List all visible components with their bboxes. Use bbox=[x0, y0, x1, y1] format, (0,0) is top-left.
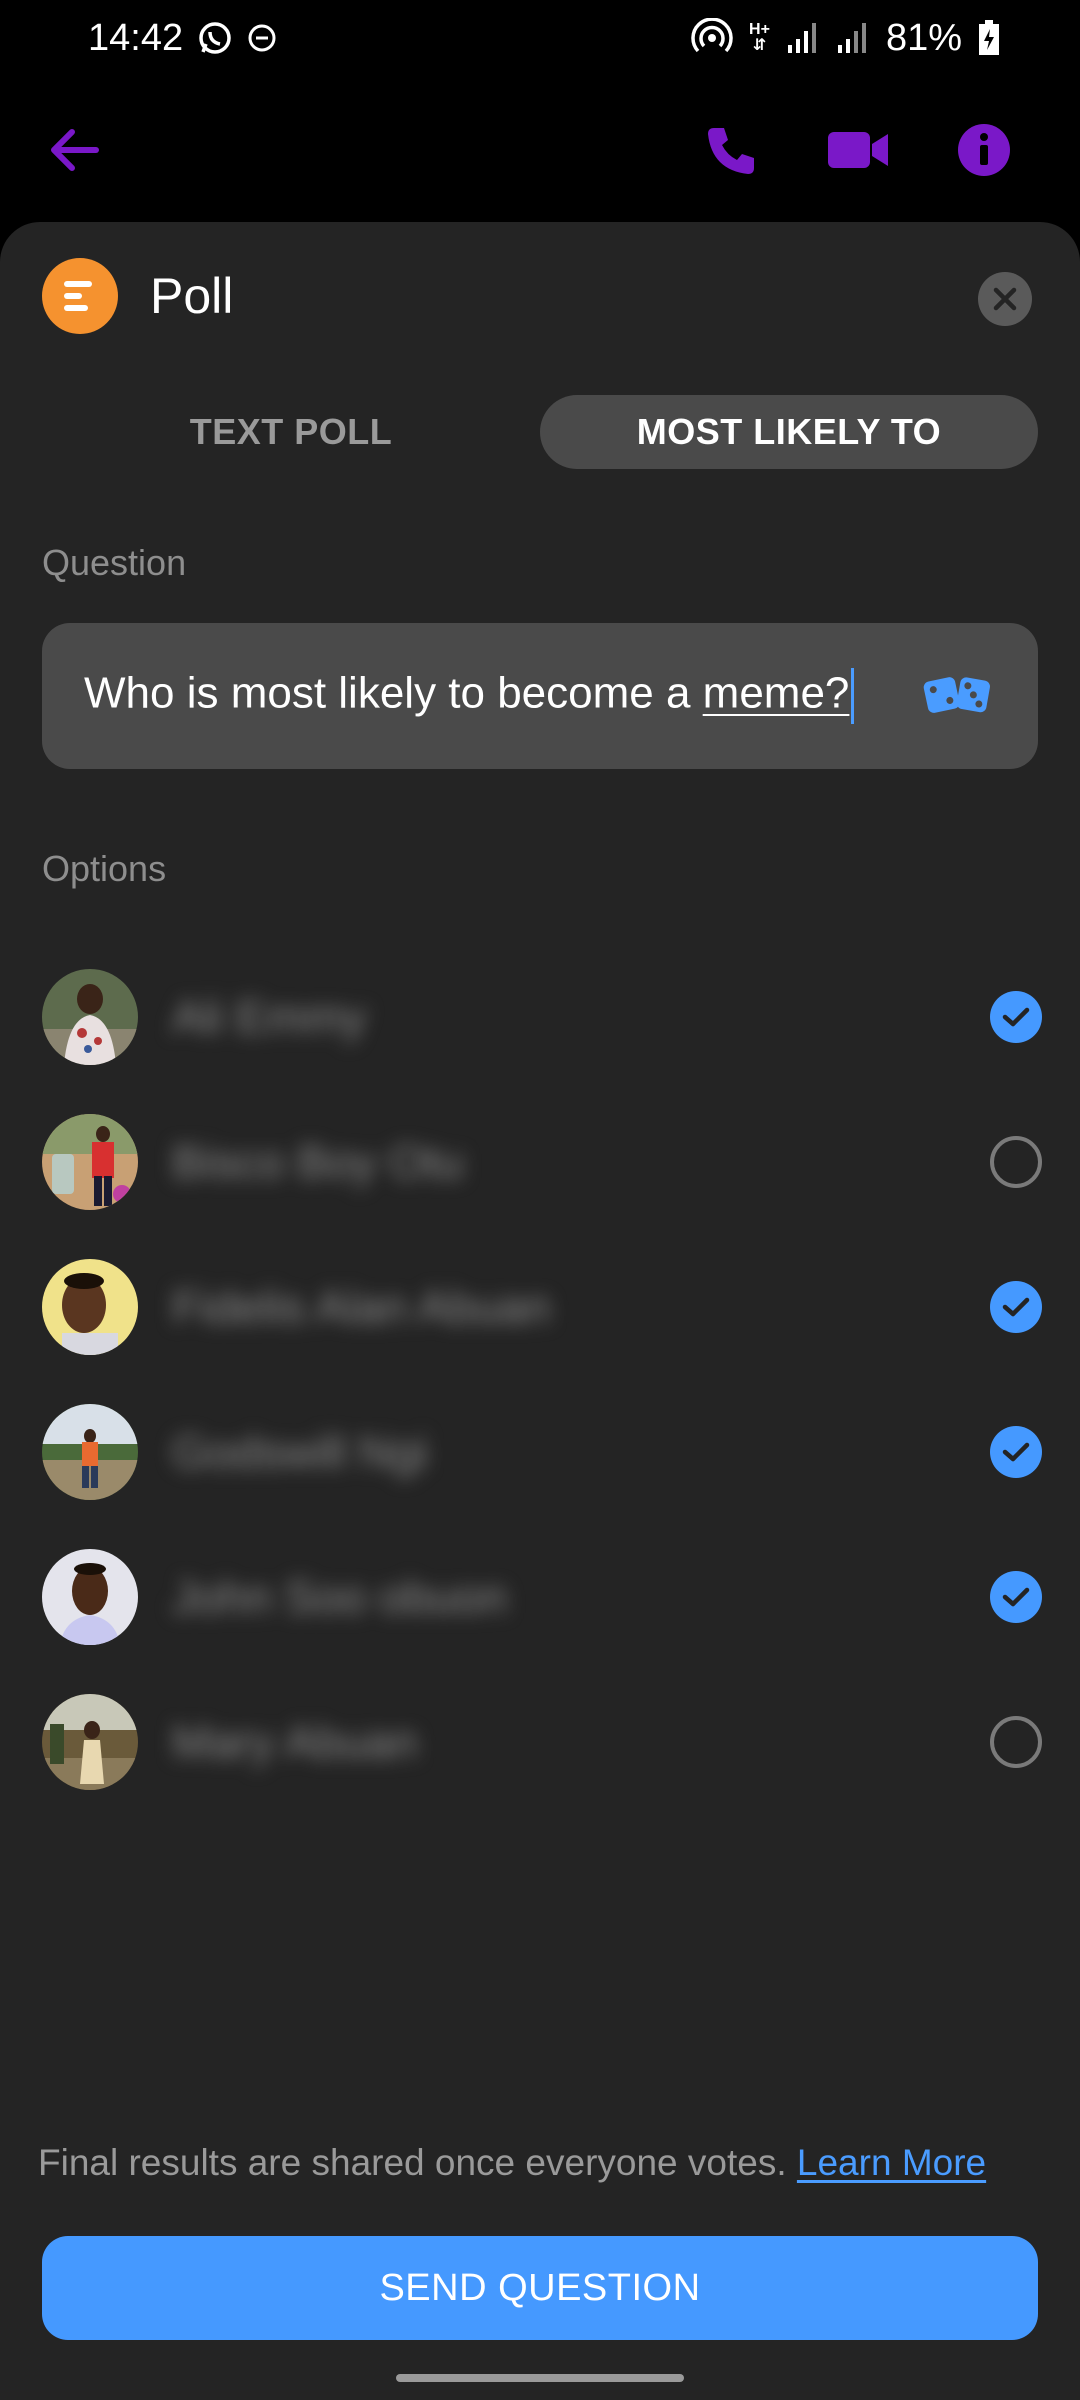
close-icon bbox=[993, 287, 1017, 311]
question-input[interactable]: Who is most likely to become a meme? bbox=[42, 623, 1038, 769]
option-name: Ali Emmy bbox=[172, 990, 367, 1043]
do-not-disturb-icon bbox=[247, 23, 277, 53]
home-indicator[interactable] bbox=[396, 2374, 684, 2382]
phone-icon bbox=[708, 128, 754, 174]
option-name: Fidelis Alan Abuan bbox=[172, 1280, 551, 1333]
option-name: Godswill Ngi bbox=[172, 1425, 428, 1478]
checkbox-checked[interactable] bbox=[990, 991, 1042, 1043]
poll-sheet: Poll TEXT POLL MOST LIKELY TO Question W… bbox=[0, 222, 1080, 2400]
text-cursor bbox=[851, 668, 855, 724]
battery-charging-icon bbox=[978, 20, 1000, 56]
dice-icon bbox=[923, 677, 990, 713]
poll-icon bbox=[42, 258, 118, 334]
top-navigation bbox=[0, 100, 1080, 200]
option-name: John Soo obuon bbox=[172, 1570, 508, 1623]
avatar bbox=[42, 968, 138, 1065]
whatsapp-icon bbox=[197, 20, 233, 56]
options-list: Ali Emmy Bisco Boy Otu Fidelis Alan Abua… bbox=[42, 944, 1042, 1814]
tab-most-likely-to[interactable]: MOST LIKELY TO bbox=[540, 395, 1038, 469]
checkbox-unchecked[interactable] bbox=[990, 1136, 1042, 1188]
randomize-question-button[interactable] bbox=[922, 669, 994, 723]
network-type-label: H+ bbox=[749, 21, 770, 38]
info-icon bbox=[958, 124, 1010, 176]
list-item[interactable]: Godswill Ngi bbox=[42, 1379, 1042, 1524]
checkmark-icon bbox=[1002, 1007, 1030, 1027]
avatar bbox=[42, 1403, 138, 1500]
avatar bbox=[42, 1548, 138, 1645]
tab-text-poll[interactable]: TEXT POLL bbox=[42, 395, 540, 469]
question-text-underlined: meme? bbox=[702, 668, 850, 718]
back-button[interactable] bbox=[42, 118, 106, 182]
avatar bbox=[42, 1258, 138, 1355]
checkbox-unchecked[interactable] bbox=[990, 1716, 1042, 1768]
network-type-icon: H+ ⇵ bbox=[749, 21, 770, 54]
list-item[interactable]: Mary Abuan bbox=[42, 1669, 1042, 1814]
list-item[interactable]: John Soo obuon bbox=[42, 1524, 1042, 1669]
checkbox-checked[interactable] bbox=[990, 1281, 1042, 1333]
options-label: Options bbox=[42, 848, 167, 889]
avatar bbox=[42, 1693, 138, 1790]
results-note-text: Final results are shared once everyone v… bbox=[38, 2142, 797, 2183]
poll-title: Poll bbox=[150, 268, 234, 324]
checkbox-checked[interactable] bbox=[990, 1571, 1042, 1623]
option-name: Bisco Boy Otu bbox=[172, 1135, 464, 1188]
checkmark-icon bbox=[1002, 1442, 1030, 1462]
voice-call-button[interactable] bbox=[700, 118, 764, 182]
poll-header: Poll bbox=[42, 258, 233, 334]
video-camera-icon bbox=[828, 132, 888, 168]
checkmark-icon bbox=[1002, 1587, 1030, 1607]
results-note: Final results are shared once everyone v… bbox=[38, 2142, 986, 2184]
list-item[interactable]: Bisco Boy Otu bbox=[42, 1089, 1042, 1234]
list-item[interactable]: Fidelis Alan Abuan bbox=[42, 1234, 1042, 1379]
status-bar: 14:42 H+ ⇵ 81% bbox=[0, 0, 1080, 76]
conversation-info-button[interactable] bbox=[952, 118, 1016, 182]
avatar bbox=[42, 1113, 138, 1210]
send-question-button[interactable]: SEND QUESTION bbox=[42, 2236, 1038, 2340]
question-text: Who is most likely to become a meme? bbox=[84, 668, 855, 724]
option-name: Mary Abuan bbox=[172, 1715, 418, 1768]
battery-percent: 81% bbox=[885, 16, 962, 59]
poll-type-tabs: TEXT POLL MOST LIKELY TO bbox=[42, 395, 1038, 469]
hotspot-icon bbox=[691, 18, 733, 58]
list-item[interactable]: Ali Emmy bbox=[42, 944, 1042, 1089]
question-label: Question bbox=[42, 542, 187, 583]
video-call-button[interactable] bbox=[826, 118, 890, 182]
status-time: 14:42 bbox=[88, 16, 184, 59]
signal-icon-1 bbox=[786, 21, 820, 55]
close-button[interactable] bbox=[978, 272, 1032, 326]
back-arrow-icon bbox=[51, 129, 99, 171]
checkmark-icon bbox=[1002, 1297, 1030, 1317]
learn-more-link[interactable]: Learn More bbox=[797, 2142, 986, 2183]
signal-icon-2 bbox=[836, 21, 870, 55]
checkbox-checked[interactable] bbox=[990, 1426, 1042, 1478]
question-text-prefix: Who is most likely to become a bbox=[84, 668, 703, 718]
